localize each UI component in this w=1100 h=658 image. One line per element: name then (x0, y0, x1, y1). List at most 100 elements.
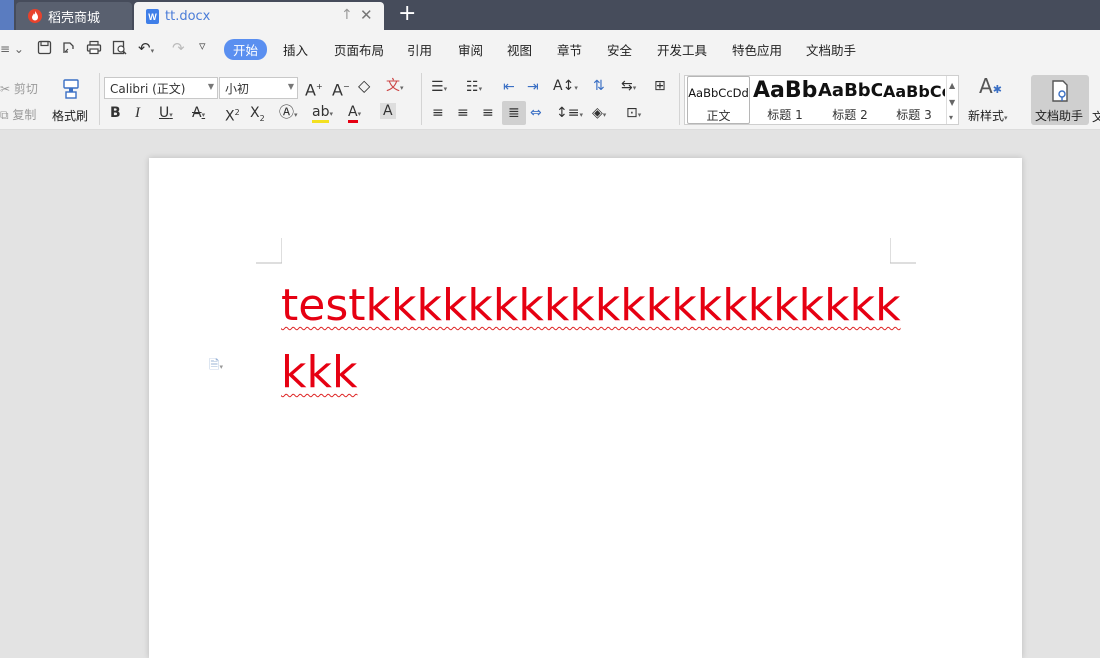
font-size-select[interactable]: 小初 ▼ (219, 77, 298, 99)
font-name-select[interactable]: Calibri (正文) ▼ (104, 77, 218, 99)
format-painter-icon (63, 79, 79, 99)
menu-bar: ≡ ⌄ ↶▾ ↷ ▿ 开始 插入 页面布局 引用 审阅 视图 章节 安全 开发工… (0, 30, 1100, 68)
shrink-font-icon[interactable]: A− (332, 79, 350, 98)
chevron-down-icon: ▼ (287, 82, 294, 91)
menu-developer-tools[interactable]: 开发工具 (657, 40, 707, 59)
underline-icon[interactable]: U▾ (159, 105, 173, 123)
style-sample: AaBbC (818, 80, 882, 101)
align-justify-button[interactable]: ≣ (502, 101, 526, 125)
show-hide-marks-icon[interactable]: ⇆▾ (621, 78, 636, 96)
font-size-value: 小初 (225, 82, 250, 96)
font-name-value: Calibri (正文) (110, 82, 186, 96)
text-direction-icon[interactable]: A↕▾ (553, 78, 578, 96)
new-tab-icon[interactable]: + (398, 3, 416, 25)
phonetic-guide-icon[interactable]: 文▾ (386, 78, 404, 96)
clear-format-icon[interactable]: ◇ (358, 78, 370, 94)
menu-insert[interactable]: 插入 (283, 40, 308, 59)
menu-security[interactable]: 安全 (607, 40, 632, 59)
bold-icon[interactable]: B (110, 105, 121, 121)
title-bar: 稻壳商城 W tt.docx ↑ ✕ + (0, 0, 1100, 30)
line-spacing-icon[interactable]: ↕≡▾ (556, 105, 583, 123)
style-normal[interactable]: AaBbCcDd 正文 (687, 76, 750, 124)
align-left-icon[interactable]: ≡ (432, 105, 444, 121)
tab-daoke-store[interactable]: 稻壳商城 (16, 2, 132, 30)
table-grid-icon[interactable]: ⊞ (654, 78, 666, 94)
sort-icon[interactable]: ⇅ (593, 78, 605, 94)
margin-corner-top-left (256, 238, 282, 264)
menu-review[interactable]: 审阅 (458, 40, 483, 59)
gallery-scroll[interactable]: ▲ ▼ ▾ (946, 76, 958, 124)
font-color-icon[interactable]: A▾ (348, 104, 361, 123)
new-style-icon: A✱ (979, 74, 1002, 98)
subscript-icon[interactable]: X2 (250, 105, 265, 127)
style-sample: AaBbCc (883, 82, 945, 101)
pin-icon[interactable]: ↑ (341, 7, 353, 23)
align-center-icon[interactable]: ≡ (457, 105, 469, 121)
borders-icon[interactable]: ⊡▾ (626, 105, 641, 123)
document-text-content: testkkkkkkkkkkkkkkkkkkkkkkkk (281, 280, 901, 398)
grow-font-icon[interactable]: A+ (305, 79, 323, 98)
italic-icon[interactable]: I (135, 105, 140, 121)
document-body-text[interactable]: testkkkkkkkkkkkkkkkkkkkkkkkk (281, 272, 901, 406)
align-right-icon[interactable]: ≡ (482, 105, 494, 121)
style-heading-2[interactable]: AaBbC 标题 2 (818, 76, 882, 124)
window-edge (0, 0, 14, 30)
divider (679, 73, 680, 125)
copy-label: 复制 (12, 108, 37, 122)
strikethrough-icon[interactable]: A▾ (192, 105, 205, 123)
chevron-up-icon[interactable]: ▲ (949, 78, 955, 94)
superscript-icon[interactable]: X2 (225, 105, 240, 125)
gallery-expand-icon[interactable]: ▾ (949, 110, 953, 126)
char-shading-icon[interactable]: A (380, 103, 396, 119)
menu-chapter[interactable]: 章节 (557, 40, 582, 59)
shading-icon[interactable]: ◈▾ (592, 105, 606, 123)
distributed-align-icon[interactable]: ⇔ (530, 105, 542, 121)
style-heading-3[interactable]: AaBbCc 标题 3 (883, 76, 945, 124)
print-icon[interactable] (86, 40, 102, 59)
copy-button[interactable]: ⧉ 复制 (0, 106, 36, 123)
customize-toolbar-icon[interactable]: ▿ (199, 39, 206, 55)
doc-assistant-label: 文档助手 (1035, 109, 1084, 123)
export-icon[interactable] (61, 40, 76, 59)
margin-corner-top-right (890, 238, 916, 264)
highlight-color-icon[interactable]: ab▾ (312, 104, 333, 123)
doc-assistant-icon (1052, 80, 1068, 102)
increase-indent-icon[interactable]: ⇥ (527, 79, 539, 95)
redo-icon[interactable]: ↷ (172, 40, 185, 56)
style-label: 标题 1 (767, 108, 803, 122)
file-menu-partial-icon[interactable]: ≡ ⌄ (0, 41, 24, 57)
format-painter-button[interactable]: 格式刷 (52, 76, 90, 126)
menu-special-apps[interactable]: 特色应用 (732, 40, 782, 59)
document-page[interactable] (149, 158, 1022, 658)
styles-gallery: AaBbCcDd 正文 AaBb 标题 1 AaBbC 标题 2 AaBbCc … (684, 75, 959, 125)
daoke-flame-icon (28, 9, 42, 23)
close-tab-icon[interactable]: ✕ (360, 6, 373, 24)
save-icon[interactable] (37, 40, 52, 59)
new-style-label: 新样式▾ (968, 109, 1008, 123)
style-heading-1[interactable]: AaBb 标题 1 (753, 76, 817, 124)
cut-button[interactable]: ✂ 剪切 (0, 80, 38, 97)
tab-document[interactable]: W tt.docx ↑ ✕ (134, 2, 384, 30)
doc-assistant-button[interactable]: 文档助手 (1031, 75, 1089, 125)
align-justify-icon: ≣ (508, 105, 520, 121)
new-style-button[interactable]: A✱ 新样式▾ (964, 76, 1020, 126)
divider (99, 73, 100, 125)
menu-references[interactable]: 引用 (407, 40, 432, 59)
bullets-icon[interactable]: ☰▾ (431, 79, 447, 97)
cut-label: 剪切 (13, 82, 38, 96)
style-label: 正文 (706, 109, 731, 123)
tab-label: 稻壳商城 (48, 10, 101, 26)
numbering-icon[interactable]: ☷▾ (466, 79, 482, 97)
menu-doc-assistant[interactable]: 文档助手 (806, 40, 856, 59)
paragraph-layout-icon[interactable]: 🗎▾ (209, 358, 223, 375)
chevron-down-icon[interactable]: ▼ (949, 95, 955, 111)
style-sample: AaBb (753, 78, 817, 103)
menu-view[interactable]: 视图 (507, 40, 532, 59)
menu-page-layout[interactable]: 页面布局 (334, 40, 384, 59)
menu-start[interactable]: 开始 (224, 39, 268, 60)
print-preview-icon[interactable] (112, 40, 127, 59)
tab-label: tt.docx (165, 8, 211, 24)
text-effect-icon[interactable]: Ⓐ▾ (279, 104, 298, 123)
undo-icon[interactable]: ↶▾ (138, 40, 154, 59)
decrease-indent-icon[interactable]: ⇤ (503, 79, 515, 95)
